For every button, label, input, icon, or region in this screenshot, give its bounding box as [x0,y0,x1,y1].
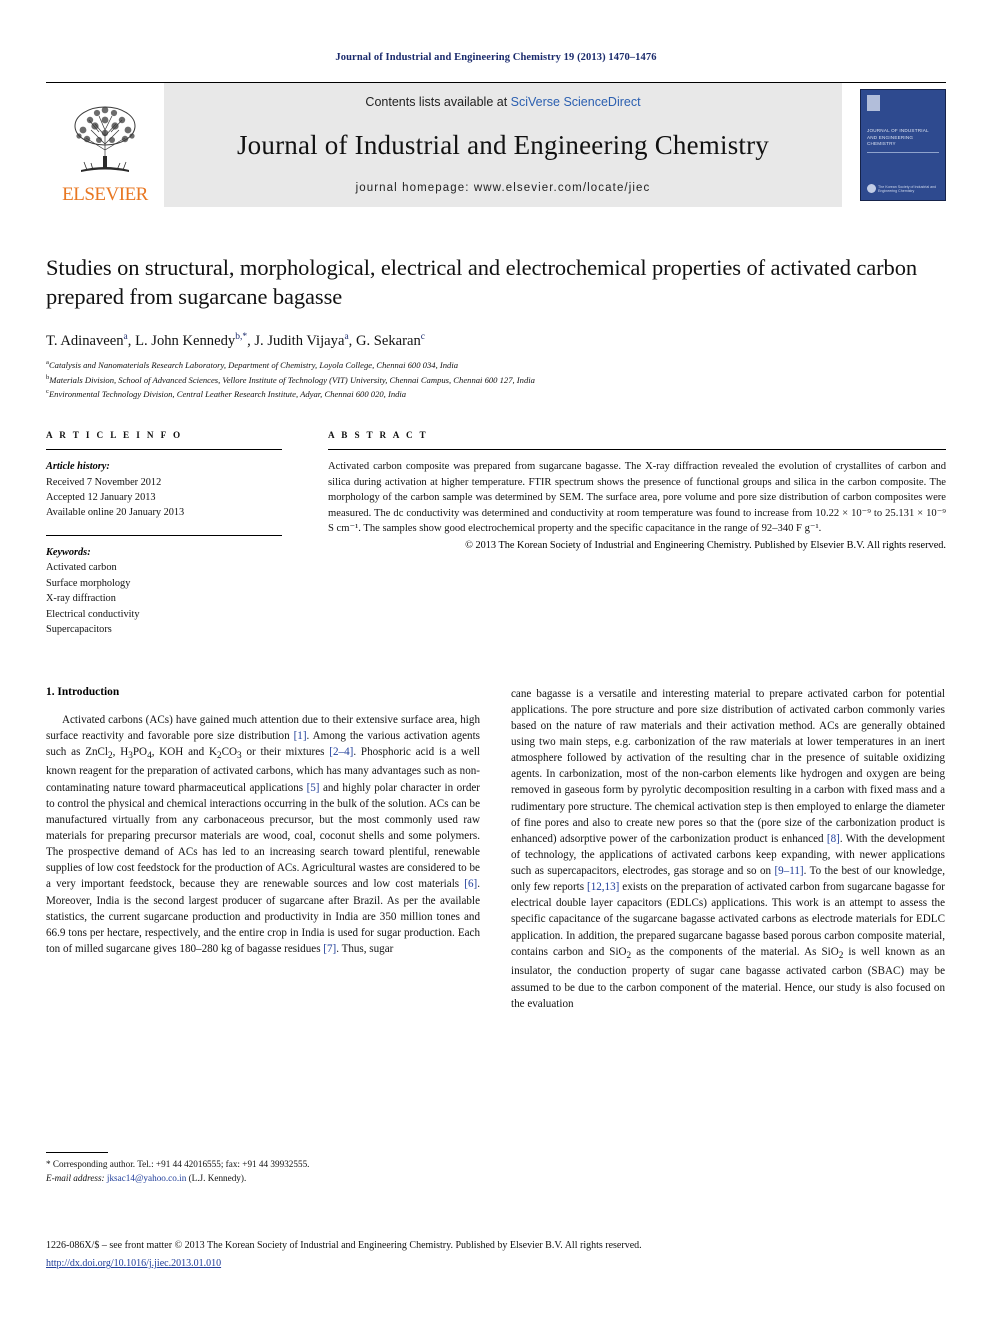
corresponding-author-footnote: * Corresponding author. Tel.: +91 44 420… [46,1152,480,1186]
author-name: J. Judith Vijaya [254,332,345,349]
running-head: Journal of Industrial and Engineering Ch… [335,52,657,63]
article-history-heading: Article history: [46,461,110,473]
journal-title: Journal of Industrial and Engineering Ch… [236,130,770,160]
affiliation-item: bMaterials Division, School of Advanced … [46,373,946,388]
body-column-right: cane bagasse is a versatile and interest… [511,686,945,1012]
abstract-text: Activated carbon composite was prepared … [328,461,946,534]
elsevier-logo: ELSEVIER [46,83,164,207]
keyword-item: Activated carbon [46,562,117,574]
sciencedirect-link[interactable]: SciVerse ScienceDirect [511,95,641,109]
contents-available-line: Contents lists available at SciVerse Sci… [365,95,640,109]
keyword-item: X-ray diffraction [46,593,116,605]
keywords-divider [46,534,282,536]
intro-paragraph-left: Activated carbons (ACs) have gained much… [46,713,480,956]
author-affil-mark: c [420,331,426,342]
author-item: G. Sekaranc [355,331,426,349]
author-item: L. John Kennedyb,* [135,331,248,349]
journal-cover-cell: JOURNAL OF INDUSTRIAL AND ENGINEERING CH… [842,83,946,207]
author-name: G. Sekaran [355,332,421,349]
keyword-item: Surface morphology [46,577,131,589]
cover-logo-icon [867,95,880,111]
article-info-label: A R T I C L E I N F O [46,430,183,441]
cover-divider [867,152,939,153]
article-history-group: Article history: Received 7 November 201… [46,459,328,521]
history-item: Accepted 12 January 2013 [46,492,156,504]
article-info-column: A R T I C L E I N F O Article history: R… [46,430,328,651]
keyword-item: Supercapacitors [46,624,112,636]
cover-society: The Korean Society of Industrial and Eng… [867,184,939,193]
journal-banner: Contents lists available at SciVerse Sci… [164,83,842,207]
body-column-left: 1. Introduction Activated carbons (ACs) … [46,686,480,1012]
author-item: J. Judith Vijayaa [254,331,349,349]
journal-masthead: ELSEVIER Contents lists available at Sci… [46,82,946,207]
elsevier-tree-icon [74,106,136,172]
article-page: Journal of Industrial and Engineering Ch… [0,0,992,1323]
author-list: T. Adinaveena, L. John Kennedyb,*, J. Ju… [46,331,426,349]
author-name: T. Adinaveen [46,332,124,349]
footnote-rule [46,1152,108,1153]
email-link[interactable]: jksac14@yahoo.co.in [107,1173,186,1183]
intro-paragraph-right: cane bagasse is a versatile and interest… [511,687,946,1010]
affiliation-list: aCatalysis and Nanomaterials Research La… [46,358,946,402]
email-label: E-mail address: [46,1172,105,1183]
affiliation-text: Materials Division, School of Advanced S… [49,374,535,385]
author-name: L. John Kennedy [135,332,236,349]
contents-prefix: Contents lists available at [365,95,511,109]
author-affil-mark: b,* [235,331,248,342]
title-block: Studies on structural, morphological, el… [46,253,946,402]
footnote-email-line: E-mail address: jksac14@yahoo.co.in (L.J… [46,1172,480,1186]
info-abstract-row: A R T I C L E I N F O Article history: R… [46,430,946,651]
affiliation-item: cEnvironmental Technology Division, Cent… [46,387,946,402]
history-item: Available online 20 January 2013 [46,507,185,519]
keyword-item: Electrical conductivity [46,608,140,620]
cover-society-icon [867,184,876,193]
email-owner: (L.J. Kennedy). [188,1172,247,1183]
journal-cover-thumbnail: JOURNAL OF INDUSTRIAL AND ENGINEERING CH… [860,89,946,201]
doi-link[interactable]: http://dx.doi.org/10.1016/j.jiec.2013.01… [46,1258,221,1269]
keywords-heading: Keywords: [46,546,91,558]
abstract-copyright: © 2013 The Korean Society of Industrial … [465,540,946,552]
page-title: Studies on structural, morphological, el… [46,255,917,310]
affiliation-text: Catalysis and Nanomaterials Research Lab… [48,359,458,370]
abstract-divider [328,449,946,451]
author-affil-mark: a [123,331,128,342]
issn-copyright-line: 1226-086X/$ – see front matter © 2013 Th… [46,1240,642,1251]
cover-title: JOURNAL OF INDUSTRIAL AND ENGINEERING CH… [867,128,929,147]
footnote-corresponding-line: * Corresponding author. Tel.: +91 44 420… [46,1159,310,1169]
keywords-group: Keywords: Activated carbon Surface morph… [46,545,328,638]
body-columns: 1. Introduction Activated carbons (ACs) … [46,686,946,1012]
affiliation-item: aCatalysis and Nanomaterials Research La… [46,358,946,373]
history-item: Received 7 November 2012 [46,476,162,488]
article-info-divider [46,449,282,451]
abstract-column: A B S T R A C T Activated carbon composi… [328,430,946,651]
section-heading-introduction: 1. Introduction [46,685,120,698]
elsevier-wordmark: ELSEVIER [62,184,148,205]
affiliation-text: Environmental Technology Division, Centr… [48,389,407,400]
journal-homepage-link[interactable]: journal homepage: www.elsevier.com/locat… [356,182,651,194]
author-affil-mark: a [344,331,349,342]
abstract-label: A B S T R A C T [328,430,429,441]
author-item: T. Adinaveena [46,331,128,349]
page-footer: 1226-086X/$ – see front matter © 2013 Th… [46,1238,946,1271]
cover-society-text: The Korean Society of Industrial and Eng… [878,184,937,193]
